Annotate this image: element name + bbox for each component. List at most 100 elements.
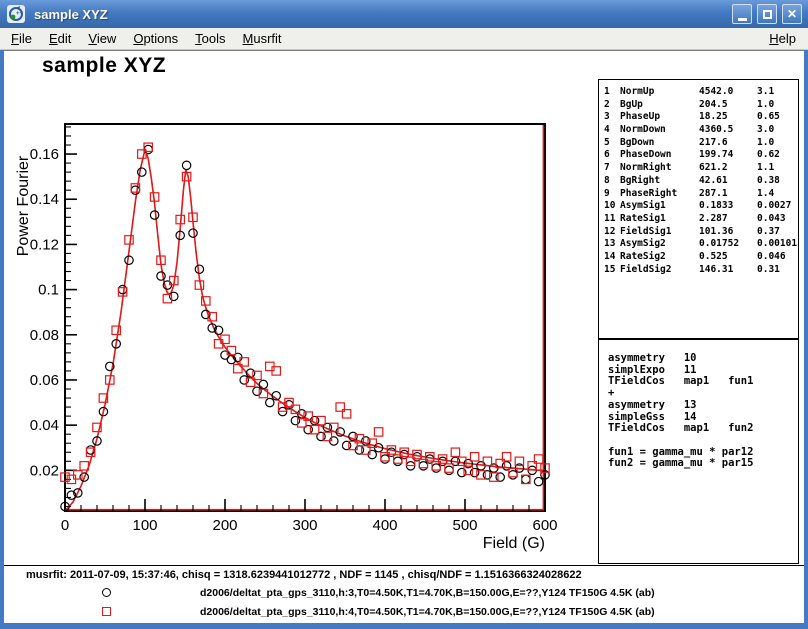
param-error: 1.0 — [757, 137, 774, 150]
param-row: 12FieldSig1101.360.37 — [599, 226, 798, 239]
param-name: PhaseDown — [620, 149, 671, 162]
legend-label: d2006/deltat_pta_gps_3110,h:3,T0=4.50K,T… — [200, 587, 655, 599]
param-row: 9PhaseRight287.11.4 — [599, 188, 798, 201]
param-num: 12 — [604, 226, 615, 239]
param-row: 3PhaseUp18.250.65 — [599, 111, 798, 124]
x-tick-label: 400 — [372, 517, 397, 534]
param-name: NormUp — [620, 86, 654, 99]
param-num: 7 — [604, 162, 610, 175]
theory-line — [608, 435, 798, 447]
param-num: 4 — [604, 124, 610, 137]
menu-help[interactable]: Help — [763, 29, 802, 48]
param-row: 11 RateSig1 2.287 0.043 — [599, 213, 798, 226]
theory-line: TFieldCos map1 fun1 — [608, 376, 798, 388]
param-num: 2 — [604, 99, 610, 112]
param-name: BgUp — [620, 99, 643, 112]
param-name: FieldSig2 — [620, 264, 671, 277]
theory-line: TFieldCos map1 fun2 — [608, 423, 798, 435]
menu-view[interactable]: View — [82, 29, 122, 48]
y-tick-label: 0.06 — [30, 372, 59, 389]
param-num: 15 — [604, 264, 615, 277]
param-row: 10AsymSig10.18330.0027 — [599, 200, 798, 213]
x-tick-label: 300 — [292, 517, 317, 534]
param-error: 0.37 — [757, 226, 780, 239]
legend-label: d2006/deltat_pta_gps_3110,h:4,T0=4.50K,T… — [200, 606, 655, 618]
param-error: 0.0027 — [757, 200, 791, 213]
param-num: 1 — [604, 86, 610, 99]
param-name: BgRight — [620, 175, 660, 188]
param-value: 0.1833 — [699, 200, 733, 213]
param-name: BgDown — [620, 137, 654, 150]
menu-tools[interactable]: Tools — [189, 29, 231, 48]
param-num: 3 — [604, 111, 610, 124]
param-row: 2 BgUp 204.5 1.0 — [599, 99, 798, 112]
param-row: 5BgDown217.61.0 — [599, 137, 798, 150]
param-num: 11 — [604, 213, 615, 226]
param-error: 1.0 — [757, 99, 774, 112]
y-tick-label: 0.04 — [30, 417, 59, 434]
svg-text:++: ++ — [16, 11, 24, 17]
legend-circle-marker-icon — [102, 588, 111, 597]
menu-options[interactable]: Options — [127, 29, 184, 48]
y-tick-label: 0.1 — [38, 282, 59, 299]
close-icon: ✕ — [787, 8, 797, 20]
musrfit-window: ++ sample XYZ ✕ File Edit View Options Tools… — [0, 0, 808, 629]
param-name: PhaseRight — [620, 188, 677, 201]
legend-row: d2006/deltat_pta_gps_3110,h:3,T0=4.50K,T… — [4, 587, 804, 601]
legend-row: d2006/deltat_pta_gps_3110,h:4,T0=4.50K,T… — [4, 606, 804, 620]
window-title: sample XYZ — [34, 7, 108, 22]
minimize-icon — [738, 18, 747, 21]
minimize-button[interactable] — [732, 4, 752, 24]
param-error: 0.38 — [757, 175, 780, 188]
theory-line: asymmetry 10 — [608, 353, 798, 365]
param-num: 10 — [604, 200, 615, 213]
param-error: 3.0 — [757, 124, 774, 137]
titlebar[interactable]: ++ sample XYZ ✕ — [0, 0, 808, 28]
y-tick-label: 0.02 — [30, 462, 59, 479]
menu-edit[interactable]: Edit — [43, 29, 77, 48]
param-name: NormDown — [620, 124, 666, 137]
param-value: 42.61 — [699, 175, 728, 188]
param-error: 3.1 — [757, 86, 774, 99]
maximize-icon — [763, 10, 772, 19]
x-tick-label: 100 — [132, 517, 157, 534]
fit-status-line: musrfit: 2011-07-09, 15:37:46, chisq = 1… — [26, 569, 582, 581]
plot-canvas[interactable]: sample XYZ 01002003004005006000.020.040.… — [4, 50, 804, 623]
param-name: AsymSig2 — [620, 238, 666, 251]
menu-file[interactable]: File — [5, 29, 38, 48]
y-tick-label: 0.16 — [30, 146, 59, 163]
param-value: 0.01752 — [699, 238, 739, 251]
param-num: 13 — [604, 238, 615, 251]
param-row: 13 AsymSig2 0.01752 0.00101 — [599, 238, 798, 251]
param-row: 6PhaseDown199.740.62 — [599, 149, 798, 162]
window-icon: ++ — [7, 5, 25, 23]
param-value: 0.525 — [699, 251, 728, 264]
param-value: 4542.0 — [699, 86, 733, 99]
param-value: 217.6 — [699, 137, 728, 150]
maximize-button[interactable] — [757, 4, 777, 24]
menu-musrfit[interactable]: Musrfit — [237, 29, 288, 48]
fit-h4-line — [65, 150, 545, 512]
param-error: 0.31 — [757, 264, 780, 277]
param-value: 204.5 — [699, 99, 728, 112]
legend-square-marker-icon — [102, 607, 111, 616]
param-name: RateSig1 — [620, 213, 666, 226]
param-error: 1.1 — [757, 162, 774, 175]
param-error: 1.4 — [757, 188, 774, 201]
param-row: 14RateSig20.5250.046 — [599, 251, 798, 264]
param-value: 199.74 — [699, 149, 733, 162]
param-value: 2.287 — [699, 213, 728, 226]
x-tick-label: 500 — [452, 517, 477, 534]
param-num: 8 — [604, 175, 610, 188]
param-name: PhaseUp — [620, 111, 660, 124]
close-button[interactable]: ✕ — [782, 4, 802, 24]
x-tick-label: 200 — [212, 517, 237, 534]
param-value: 146.31 — [699, 264, 733, 277]
x-tick-label: 0 — [61, 517, 69, 534]
param-value: 4360.5 — [699, 124, 733, 137]
param-num: 14 — [604, 251, 615, 264]
param-error: 0.043 — [757, 213, 786, 226]
param-value: 621.2 — [699, 162, 728, 175]
param-num: 9 — [604, 188, 610, 201]
param-error: 0.00101 — [757, 238, 797, 251]
